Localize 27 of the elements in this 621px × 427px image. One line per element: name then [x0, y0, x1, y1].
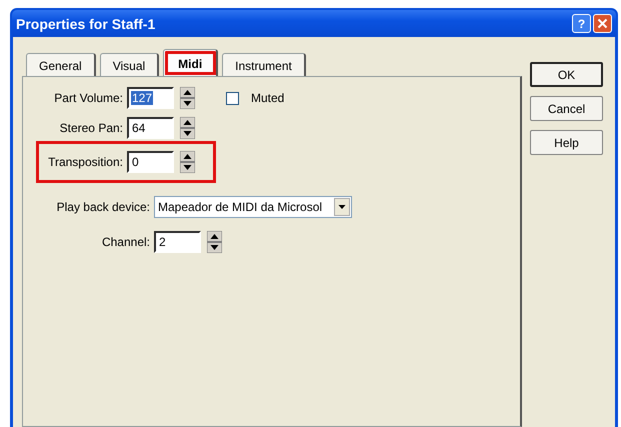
spinner-control[interactable]	[180, 151, 195, 173]
help-button[interactable]: ?	[572, 14, 591, 33]
window-title: Properties for Staff-1	[16, 16, 156, 32]
tab[interactable]: Instrument	[222, 53, 306, 77]
checkbox-label: Muted	[251, 91, 284, 105]
field-label: Transposition:	[47, 155, 124, 169]
tab[interactable]: Visual	[100, 53, 160, 77]
field-label: Stereo Pan:	[58, 121, 124, 135]
field-label: Play back device:	[56, 200, 151, 214]
number-field[interactable]: 127	[127, 87, 174, 109]
dialog-button[interactable]: Cancel	[530, 96, 603, 121]
number-field[interactable]: 64	[127, 117, 174, 139]
tab[interactable]: Midi	[163, 49, 218, 77]
checkbox[interactable]	[226, 92, 239, 104]
spinner-control[interactable]	[180, 87, 195, 109]
number-field[interactable]: 0	[127, 151, 174, 173]
dialog-button[interactable]: Help	[530, 130, 603, 155]
field-label: Channel:	[100, 235, 151, 249]
close-button[interactable]	[593, 14, 612, 33]
dropdown[interactable]: Mapeador de MIDI da Microsol	[154, 196, 352, 218]
field-label: Part Volume:	[53, 91, 124, 105]
number-field[interactable]: 2	[154, 231, 201, 253]
spinner-control[interactable]	[180, 117, 195, 139]
dialog-button[interactable]: OK	[530, 62, 603, 87]
spinner-control[interactable]	[207, 231, 222, 253]
close-icon	[597, 18, 608, 29]
tab[interactable]: General	[26, 53, 96, 77]
